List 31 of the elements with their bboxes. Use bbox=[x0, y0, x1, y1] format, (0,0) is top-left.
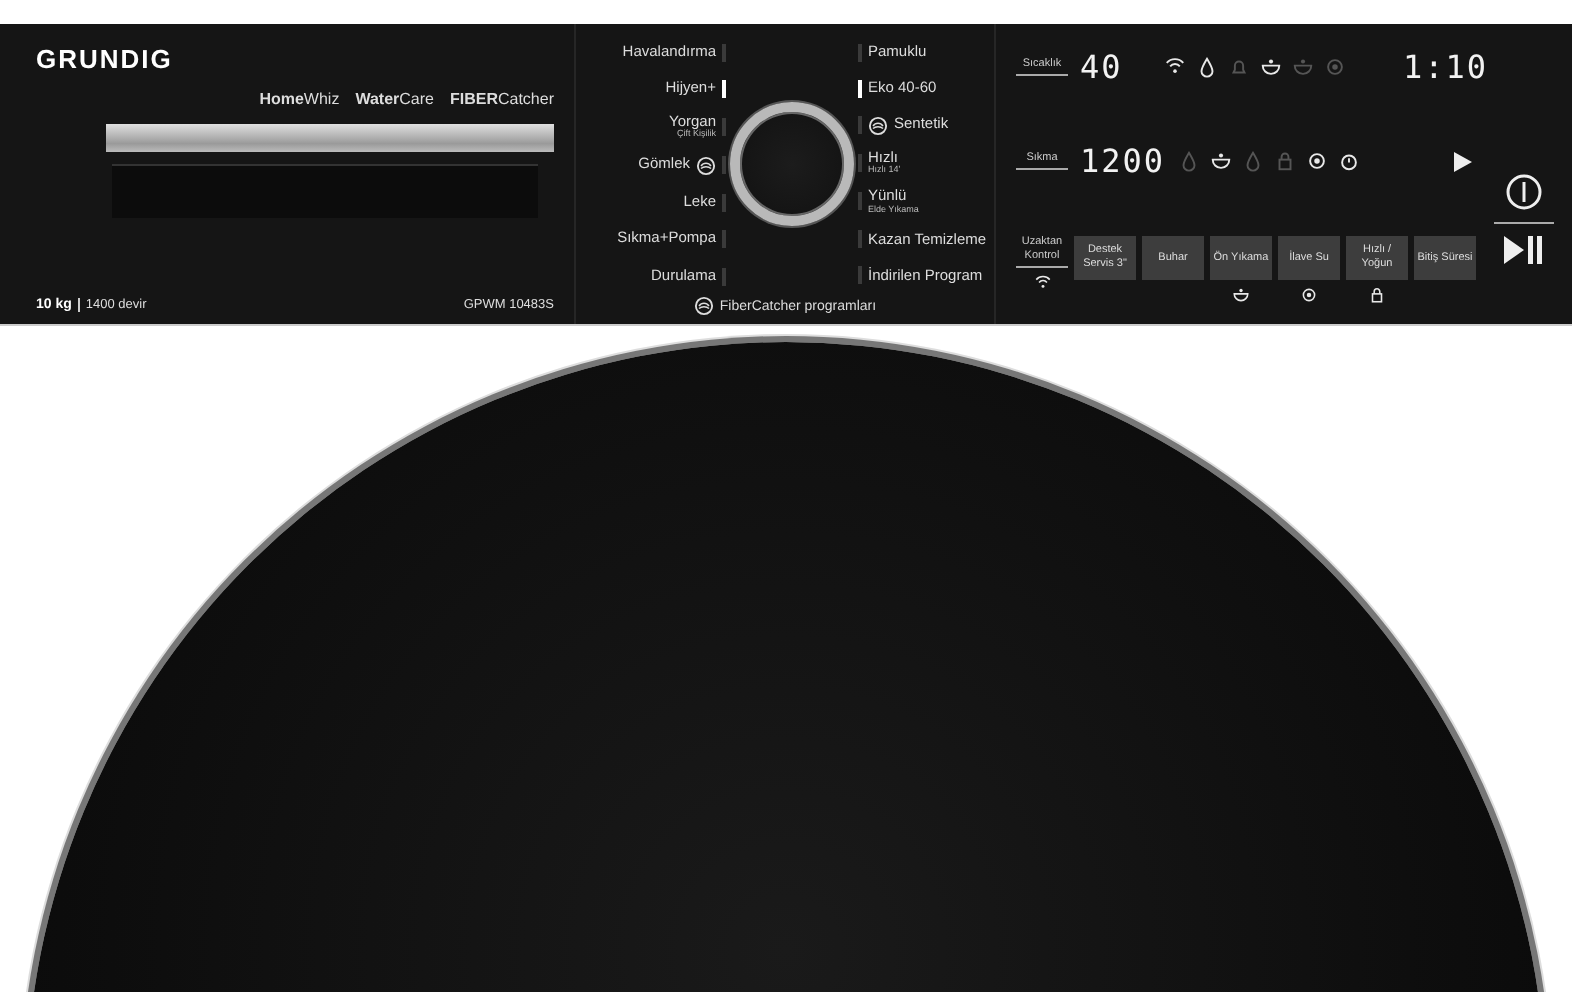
ring-icon bbox=[1300, 286, 1318, 304]
bell-icon bbox=[1228, 56, 1250, 78]
lock-icon bbox=[1273, 150, 1296, 172]
wifi-icon bbox=[1033, 274, 1051, 293]
fiber-icon bbox=[696, 155, 716, 176]
ring-icon bbox=[1324, 56, 1346, 78]
brand-logo: GRUNDIG bbox=[36, 44, 175, 74]
dispenser-handle[interactable] bbox=[106, 124, 554, 152]
feature-logo: HomeWhiz bbox=[259, 90, 340, 108]
temperature-readout: 40 bbox=[1080, 48, 1125, 86]
feature-logo: FIBERCatcher bbox=[449, 90, 554, 108]
timer-icon bbox=[1337, 150, 1360, 172]
power-icon[interactable] bbox=[1506, 174, 1542, 210]
fiber-icon bbox=[693, 296, 714, 316]
play-icon bbox=[1454, 151, 1472, 171]
time-readout: 1:10 bbox=[1402, 48, 1488, 86]
basin-icon bbox=[1260, 56, 1282, 78]
play-pause-icon[interactable] bbox=[1504, 236, 1544, 264]
drop-icon bbox=[1241, 150, 1264, 172]
drop-icon bbox=[1177, 150, 1200, 172]
drop-icon bbox=[1196, 56, 1218, 78]
fiber-icon bbox=[868, 115, 888, 136]
ring-icon bbox=[1305, 150, 1328, 172]
feature-logo: WaterCare bbox=[355, 90, 434, 108]
basin-icon bbox=[1232, 286, 1250, 304]
basin-icon bbox=[1292, 56, 1314, 78]
basin-icon bbox=[1209, 150, 1232, 172]
program-dial[interactable] bbox=[730, 102, 854, 226]
lock-icon bbox=[1368, 286, 1386, 304]
spin-readout: 1200 bbox=[1080, 142, 1166, 180]
wifi-icon bbox=[1164, 56, 1186, 78]
